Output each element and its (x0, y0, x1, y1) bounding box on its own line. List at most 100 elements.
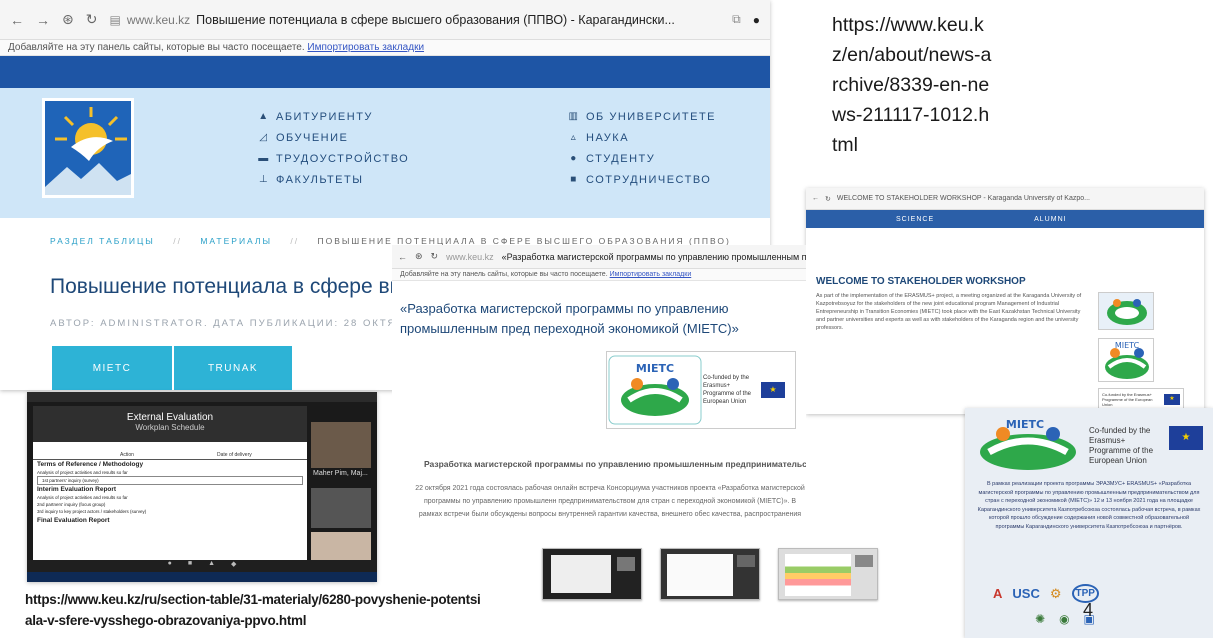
handshake-icon (1107, 299, 1147, 325)
thumbnail-slide (667, 554, 733, 596)
forward-arrow-icon[interactable]: → (36, 12, 50, 28)
menu-label: ОБУЧЕНИЕ (276, 131, 349, 144)
back-arrow-icon[interactable]: ← (812, 195, 819, 202)
cofund-text: Co-funded by the Erasmus+ Programme of t… (1089, 426, 1154, 465)
screenshot-mietc-page: ← ⊛ ↻ www.keu.kz «Разработка магистерско… (392, 245, 806, 520)
cofund-text: Co-funded by the Erasmus+ Programme of t… (703, 375, 752, 405)
menu-label: АБИТУРИЕНТУ (276, 110, 373, 123)
import-bookmarks-link[interactable]: Импортировать закладки (307, 42, 424, 53)
logo-emblem-icon (45, 107, 131, 195)
slide-title: External Evaluation (126, 412, 214, 423)
news-subtitle: Разработка магистерской программы по упр… (424, 459, 806, 469)
slide-row: Analysis of project activities and resul… (37, 470, 128, 475)
menu-science[interactable]: ▵ НАУКА (568, 127, 716, 148)
share-icon[interactable]: ▲ (208, 560, 215, 572)
announcement-body: В рамках реализации проекта программы ЭР… (977, 481, 1201, 530)
university-logo[interactable] (42, 98, 134, 198)
handshake-icon: MIETC (980, 418, 1076, 470)
menu-student[interactable]: ● СТУДЕНТУ (568, 148, 716, 169)
emblem-icon: ✺ (1035, 612, 1046, 626)
site-header: ▲ АБИТУРИЕНТУ ◿ ОБУЧЕНИЕ ▬ ТРУДОУСТРОЙСТВО … (0, 88, 770, 218)
logo-text: MIETC (1115, 341, 1140, 350)
page-title: WELCOME TO STAKEHOLDER WORKSHOP - Karaga… (836, 195, 1090, 202)
screenshot-zoom-meeting: External Evaluation Workplan Schedule Ac… (27, 392, 377, 582)
menu-cooperation[interactable]: ■ СОТРУДНИЧЕСТВО (568, 169, 716, 190)
site-nav: SCIENCE ALUMNI (806, 210, 1204, 228)
menu-label: НАУКА (586, 131, 630, 144)
participant-tile[interactable] (311, 532, 371, 562)
breadcrumb-item[interactable]: РАЗДЕЛ ТАБЛИЦЫ (50, 236, 155, 246)
news-heading: «Разработка магистерской программы по уп… (400, 301, 739, 336)
handshake-icon: MIETC (1105, 341, 1149, 379)
mietc-logo: MIETC (1098, 338, 1154, 382)
menu-applicants[interactable]: ▲ АБИТУРИЕНТУ (258, 106, 409, 127)
tab-mietc[interactable]: MIETC (52, 346, 172, 390)
nav-alumni[interactable]: ALUMNI (1034, 216, 1066, 223)
slide-section: Final Evaluation Report (37, 517, 110, 524)
emblem-icon: ◉ (1059, 612, 1070, 626)
menu-faculties[interactable]: ⊥ ФАКУЛЬТЕТЫ (258, 169, 409, 190)
eu-flag-icon: ★ (1164, 393, 1180, 405)
reload-icon[interactable]: ↻ (86, 11, 98, 28)
page-number: 4 (1083, 600, 1094, 620)
participant-tile[interactable] (311, 488, 371, 528)
url-caption-en: https://www.keu.kz/en/about/news-archive… (832, 14, 992, 156)
site-top-bar (0, 56, 770, 88)
column-action: Action (120, 452, 134, 458)
tab-trunak[interactable]: TRUNAK (174, 346, 292, 390)
address-bar[interactable]: ▤ www.keu.kz Повышение потенциала в сфер… (109, 13, 674, 27)
thumbnail-slide (785, 554, 851, 596)
eu-flag-icon: ★ (1169, 426, 1203, 450)
menu-label: ТРУДОУСТРОЙСТВО (276, 152, 410, 165)
workshop-heading: WELCOME TO STAKEHOLDER WORKSHOP (816, 276, 1026, 287)
slide-row: 3rd inquiry to key project actors / stak… (37, 509, 147, 514)
slide-section: Terms of Reference / Methodology (37, 461, 144, 468)
graduation-icon: ▲ (258, 111, 270, 122)
reload-icon[interactable]: ↻ (431, 251, 439, 262)
profile-icon[interactable]: ● (753, 13, 760, 27)
address-domain[interactable]: www.keu.kz (446, 252, 494, 262)
flask-icon: ▵ (570, 132, 578, 143)
slide-subtitle: Workplan Schedule (135, 423, 205, 432)
slide-row: 2nd partners' inquiry (focus group) (37, 502, 106, 507)
nav-science[interactable]: SCIENCE (896, 216, 934, 223)
workshop-body: As part of the implementation of the ERA… (816, 293, 1082, 331)
menu-label: ФАКУЛЬТЕТЫ (276, 173, 364, 186)
menu-education[interactable]: ◿ ОБУЧЕНИЕ (258, 127, 409, 148)
video-thumbnail-1[interactable] (542, 548, 642, 600)
chat-icon[interactable]: ◆ (231, 560, 236, 572)
bookmarks-text: Добавляйте на эту панель сайты, которые … (400, 271, 608, 278)
sitemap-icon: ⊥ (258, 174, 270, 185)
briefcase-icon: ■ (570, 174, 578, 185)
video-thumbnail-3[interactable] (778, 548, 878, 600)
participant-tile[interactable] (311, 422, 371, 468)
mietc-banner: MIETC Co-funded by the Erasmus+ Programm… (606, 351, 796, 429)
shield-icon: ⊛ (415, 251, 423, 261)
windows-taskbar (27, 572, 377, 582)
back-arrow-icon[interactable]: ← (398, 252, 407, 262)
video-icon[interactable]: ■ (188, 560, 192, 572)
thumbnail-camera (737, 555, 755, 567)
user-icon: ● (570, 153, 578, 164)
import-bookmarks-link[interactable]: Импортировать закладки (610, 271, 692, 278)
mietc-logo: MIETC (608, 355, 702, 425)
news-body: 22 октября 2021 года состоялась рабочая … (415, 485, 805, 518)
mietc-logo: MIETC (973, 414, 1083, 474)
reload-icon[interactable]: ↻ (825, 195, 831, 203)
thumbnail-camera (617, 557, 635, 571)
video-thumbnail-2[interactable] (660, 548, 760, 600)
menu-right: ▥ ОБ УНИВЕРСИТЕТЕ ▵ НАУКА ● СТУДЕНТУ ■ СОТРУ… (568, 106, 716, 190)
menu-about[interactable]: ▥ ОБ УНИВЕРСИТЕТЕ (568, 106, 716, 127)
breadcrumb-item[interactable]: МАТЕРИАЛЫ (200, 236, 272, 246)
browser-toolbar: ← ↻ WELCOME TO STAKEHOLDER WORKSHOP - Ka… (806, 188, 1204, 210)
page-title: «Разработка магистерской программы по уп… (501, 251, 806, 262)
menu-employment[interactable]: ▬ ТРУДОУСТРОЙСТВО (258, 148, 409, 169)
menu-left: ▲ АБИТУРИЕНТУ ◿ ОБУЧЕНИЕ ▬ ТРУДОУСТРОЙСТВО … (258, 106, 409, 190)
translate-icon[interactable]: ⧉ (732, 12, 741, 27)
zoom-toolbar: ● ■ ▲ ◆ (27, 560, 377, 572)
logo-text: MIETC (636, 362, 674, 375)
mic-icon[interactable]: ● (168, 560, 172, 572)
mietc-logo-small (1098, 292, 1154, 330)
back-arrow-icon[interactable]: ← (10, 12, 24, 28)
eu-flag-icon: ★ (761, 382, 785, 398)
